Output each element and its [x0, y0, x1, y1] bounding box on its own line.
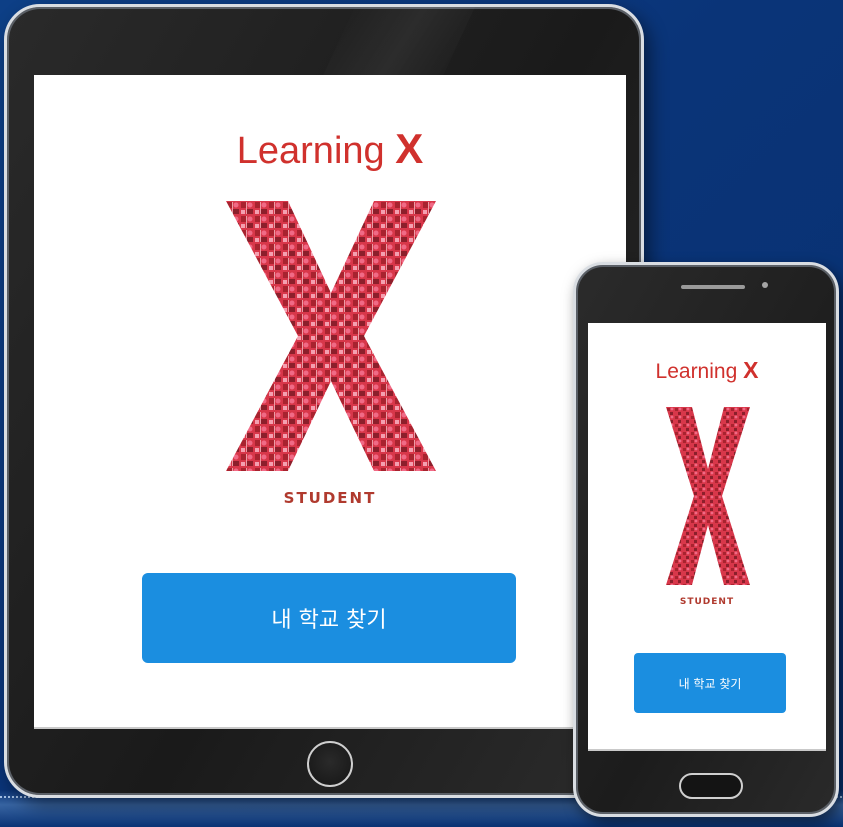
home-button-icon[interactable] [307, 741, 353, 787]
role-label: STUDENT [283, 489, 377, 507]
app-title: Learning X [34, 125, 626, 173]
home-button-icon[interactable] [679, 773, 743, 799]
app-title-x: X [395, 125, 424, 172]
phone-device: Learning X STUDENT 내 학교 찾기 [573, 262, 839, 817]
tablet-device: Learning X STUDENT 내 학교 찾기 [4, 4, 644, 798]
app-title-text: Learning [236, 130, 385, 172]
find-school-button[interactable]: 내 학교 찾기 [142, 573, 516, 663]
find-school-button[interactable]: 내 학교 찾기 [634, 653, 786, 713]
app-title-x: X [743, 357, 759, 383]
camera-icon [762, 282, 768, 288]
tablet-screen: Learning X STUDENT 내 학교 찾기 [34, 75, 626, 729]
mosaic-x-logo-icon [226, 201, 436, 471]
app-title: Learning X [588, 357, 826, 384]
speaker-grille [681, 285, 745, 289]
role-label: STUDENT [679, 597, 735, 607]
mosaic-x-logo-icon [666, 407, 750, 585]
phone-screen: Learning X STUDENT 내 학교 찾기 [588, 323, 826, 751]
app-title-text: Learning [655, 360, 738, 383]
